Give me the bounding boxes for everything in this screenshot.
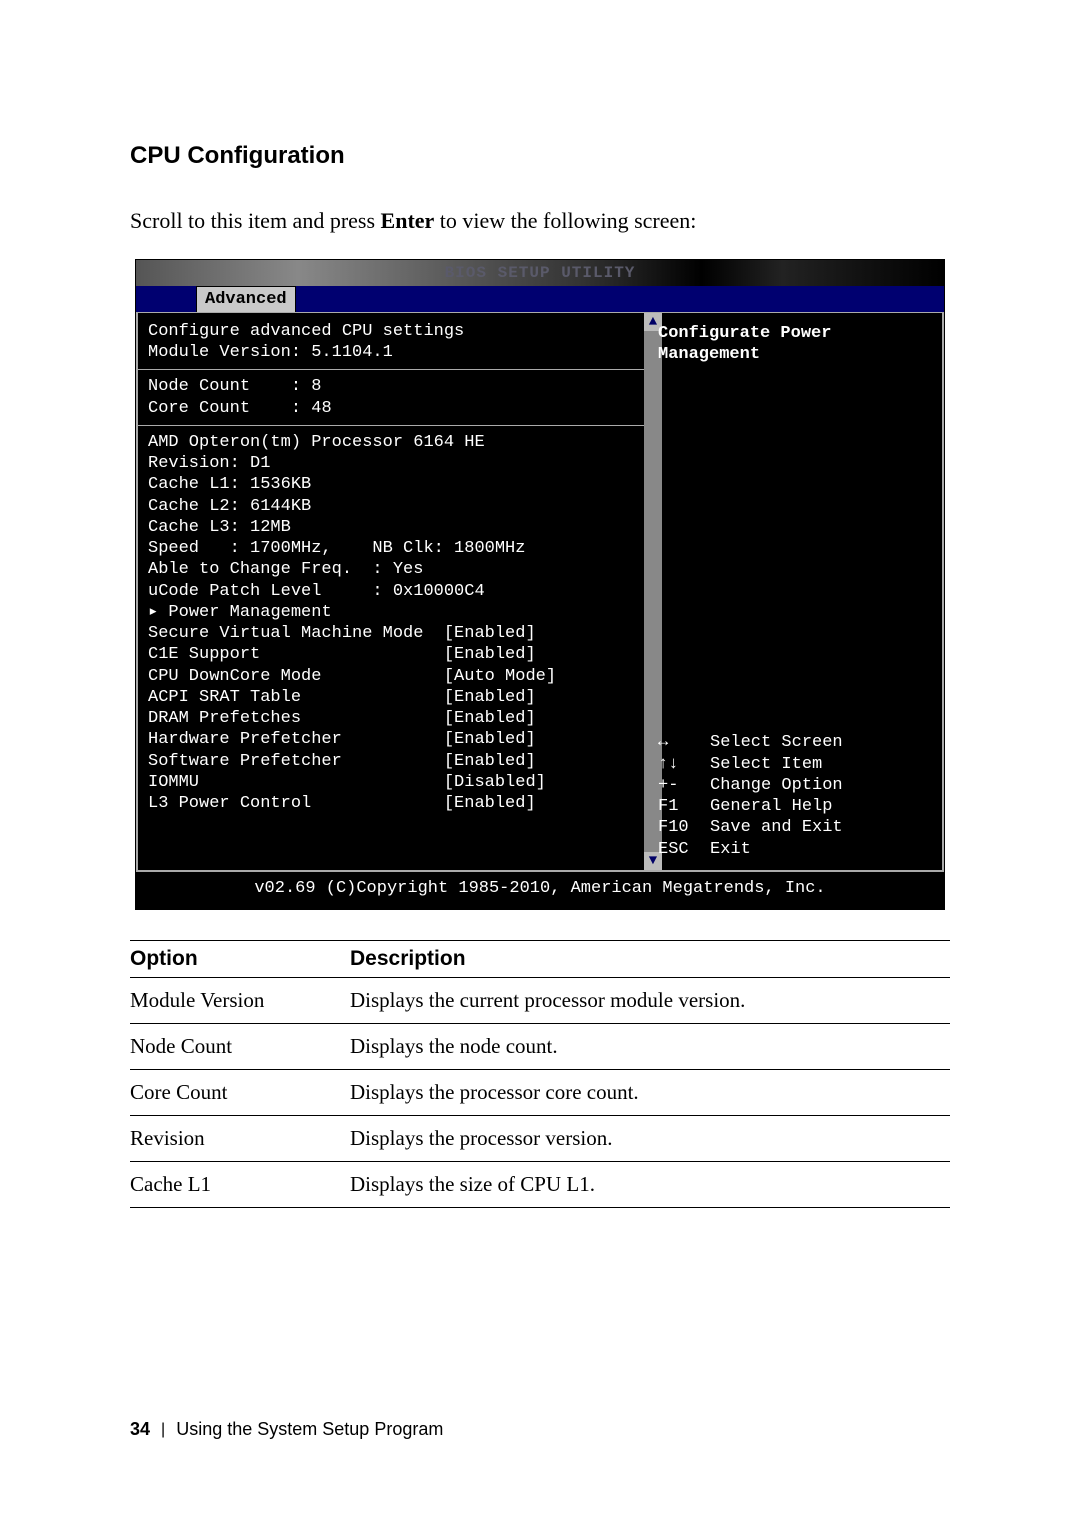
bios-core-count: Core Count : 48 — [148, 398, 634, 419]
page-number: 34 — [130, 1419, 150, 1439]
table-cell-description: Displays the current processor module ve… — [350, 978, 950, 1024]
table-cell-option: Module Version — [130, 978, 350, 1024]
bios-setting-row[interactable]: ACPI SRAT Table [Enabled] — [148, 687, 634, 708]
bios-node-count: Node Count : 8 — [148, 376, 634, 397]
bios-setting-row[interactable]: Software Prefetcher [Enabled] — [148, 751, 634, 772]
node-count-value: : 8 — [291, 377, 322, 396]
legend-row: F10Save and Exit — [658, 817, 932, 838]
node-count-label: Node Count — [148, 377, 250, 396]
table-header-description: Description — [350, 941, 950, 978]
intro-text: Scroll to this item and press Enter to v… — [130, 206, 950, 237]
table-cell-option: Core Count — [130, 1070, 350, 1116]
legend-row: F1General Help — [658, 796, 932, 817]
bios-setting-row[interactable]: DRAM Prefetches [Enabled] — [148, 708, 634, 729]
intro-suffix: to view the following screen: — [434, 208, 696, 233]
table-header-option: Option — [130, 941, 350, 978]
bios-legend: ↔Select Screen↑↓Select Item+-Change Opti… — [658, 732, 932, 860]
legend-row: ↔Select Screen — [658, 732, 932, 753]
table-row: Node CountDisplays the node count. — [130, 1024, 950, 1070]
cpu-info-line: Cache L2: 6144KB — [148, 496, 634, 517]
bios-divider — [138, 369, 644, 370]
legend-row: ESCExit — [658, 839, 932, 860]
bios-setting-row[interactable]: C1E Support [Enabled] — [148, 644, 634, 665]
intro-prefix: Scroll to this item and press — [130, 208, 381, 233]
legend-desc: Change Option — [710, 775, 843, 796]
bios-screenshot: BIOS SETUP UTILITY Advanced Configure ad… — [135, 259, 945, 910]
legend-row: ↑↓Select Item — [658, 754, 932, 775]
legend-key: ↑↓ — [658, 754, 710, 775]
table-cell-description: Displays the processor core count. — [350, 1070, 950, 1116]
table-row: Cache L1Displays the size of CPU L1. — [130, 1162, 950, 1208]
legend-desc: Save and Exit — [710, 817, 843, 838]
core-count-value: : 48 — [291, 399, 332, 418]
bios-right-panel: Configurate Power Management ↔Select Scr… — [646, 312, 944, 872]
legend-desc: Select Item — [710, 754, 822, 775]
bios-title-bar: BIOS SETUP UTILITY — [136, 260, 944, 286]
table-row: RevisionDisplays the processor version. — [130, 1116, 950, 1162]
bios-setting-row[interactable]: CPU DownCore Mode [Auto Mode] — [148, 666, 634, 687]
cpu-info-line: AMD Opteron(tm) Processor 6164 HE — [148, 432, 634, 453]
table-cell-option: Cache L1 — [130, 1162, 350, 1208]
legend-desc: Exit — [710, 839, 751, 860]
cpu-info-line: Able to Change Freq. : Yes — [148, 559, 634, 580]
bios-header-1: Configure advanced CPU settings — [148, 321, 634, 342]
section-title: CPU Configuration — [130, 142, 950, 170]
bios-divider — [138, 425, 644, 426]
table-row: Core CountDisplays the processor core co… — [130, 1070, 950, 1116]
cpu-info-line: Speed : 1700MHz, NB Clk: 1800MHz — [148, 538, 634, 559]
legend-key: ↔ — [658, 732, 710, 753]
legend-key: F10 — [658, 817, 710, 838]
legend-row: +-Change Option — [658, 775, 932, 796]
cpu-info-line: Cache L1: 1536KB — [148, 474, 634, 495]
bios-help-text: Configurate Power Management — [658, 323, 930, 366]
cpu-info-line: uCode Patch Level : 0x10000C4 — [148, 581, 634, 602]
core-count-label: Core Count — [148, 399, 250, 418]
page-footer-text: Using the System Setup Program — [176, 1419, 443, 1439]
bios-setting-row[interactable]: L3 Power Control [Enabled] — [148, 793, 634, 814]
bios-tab-row: Advanced — [136, 286, 944, 312]
legend-desc: General Help — [710, 796, 832, 817]
table-cell-option: Revision — [130, 1116, 350, 1162]
power-management-item[interactable]: ▸ Power Management — [148, 602, 634, 623]
table-cell-description: Displays the size of CPU L1. — [350, 1162, 950, 1208]
table-cell-description: Displays the processor version. — [350, 1116, 950, 1162]
footer-divider-icon: | — [161, 1421, 165, 1438]
table-cell-description: Displays the node count. — [350, 1024, 950, 1070]
page-footer: 34 | Using the System Setup Program — [130, 1419, 443, 1440]
cpu-info-line: Cache L3: 12MB — [148, 517, 634, 538]
legend-key: +- — [658, 775, 710, 796]
bios-setting-row[interactable]: Hardware Prefetcher [Enabled] — [148, 729, 634, 750]
bios-left-panel: Configure advanced CPU settings Module V… — [136, 312, 646, 872]
cpu-info-line: Revision: D1 — [148, 453, 634, 474]
table-cell-option: Node Count — [130, 1024, 350, 1070]
table-row: Module VersionDisplays the current proce… — [130, 978, 950, 1024]
legend-desc: Select Screen — [710, 732, 843, 753]
bios-setting-row[interactable]: IOMMU [Disabled] — [148, 772, 634, 793]
legend-key: F1 — [658, 796, 710, 817]
option-description-table: Option Description Module VersionDisplay… — [130, 940, 950, 1208]
intro-enter: Enter — [381, 208, 435, 233]
legend-key: ESC — [658, 839, 710, 860]
bios-footer: v02.69 (C)Copyright 1985-2010, American … — [136, 872, 944, 909]
bios-tab-advanced[interactable]: Advanced — [196, 286, 296, 313]
bios-header-2: Module Version: 5.1104.1 — [148, 342, 634, 363]
bios-setting-row[interactable]: Secure Virtual Machine Mode [Enabled] — [148, 623, 634, 644]
